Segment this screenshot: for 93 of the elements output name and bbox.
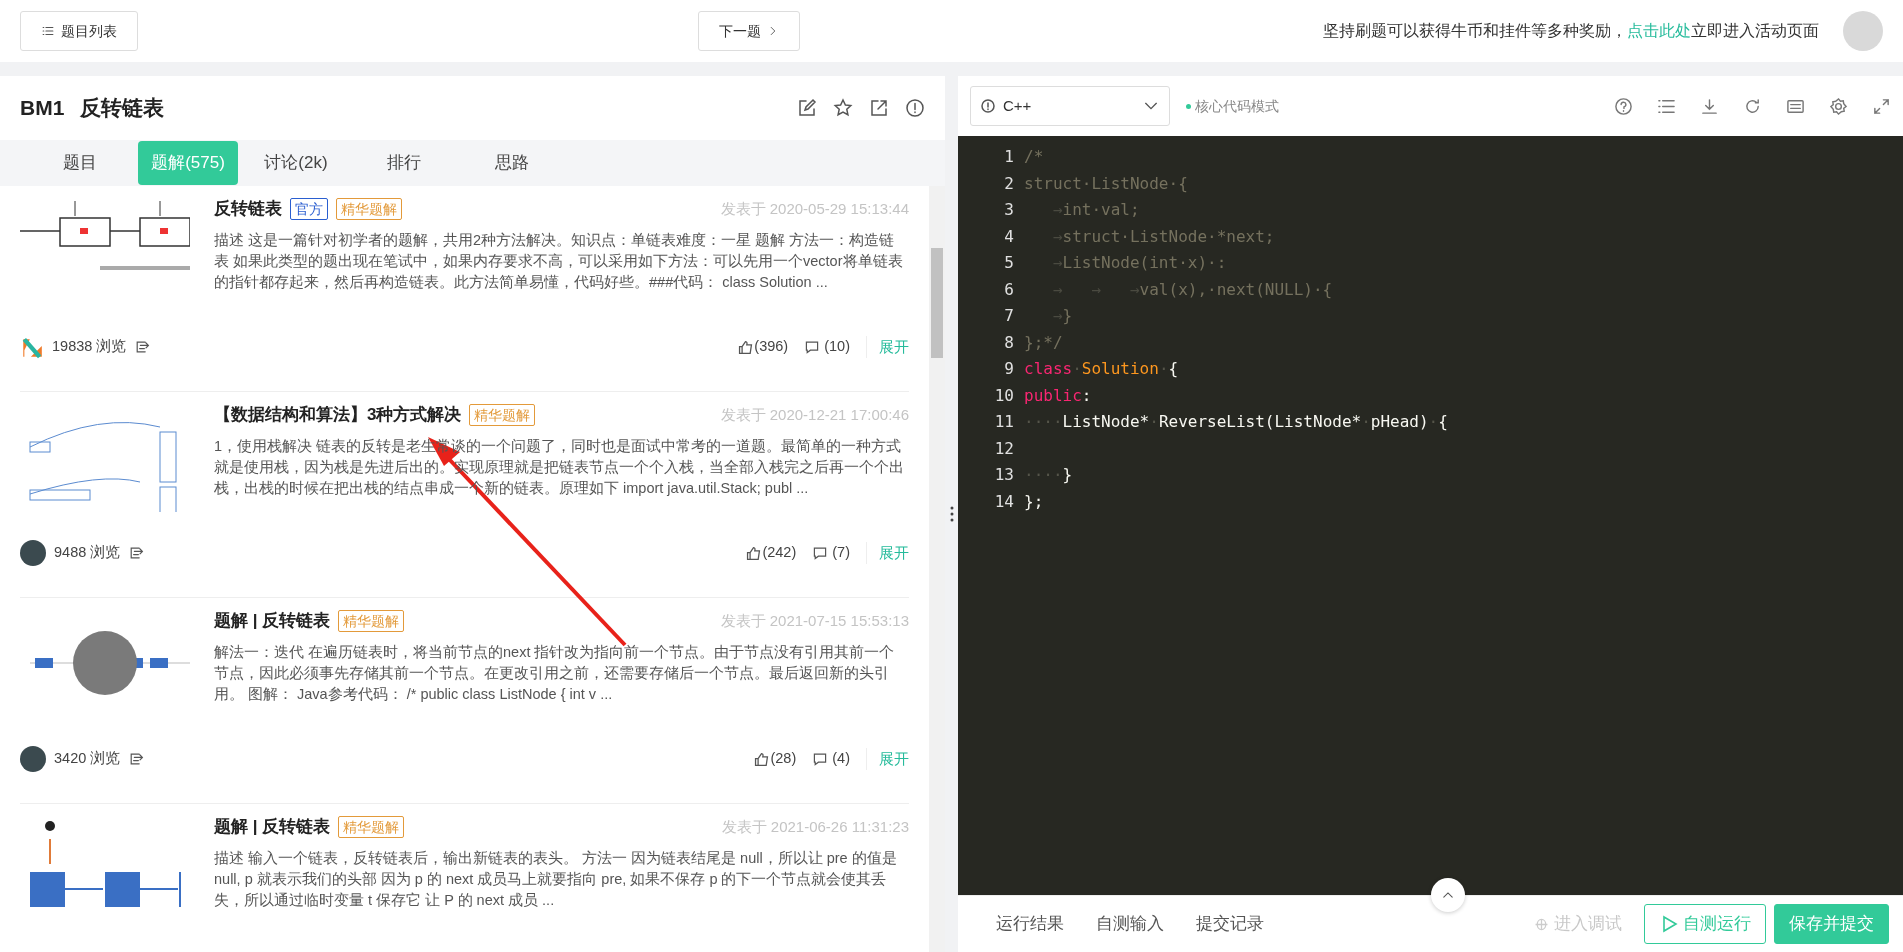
tab[interactable]: 排行: [354, 141, 454, 185]
line-number: 8: [1003, 331, 1015, 354]
share-icon[interactable]: [128, 545, 145, 561]
code-line: → → →val(x),·next(NULL)·{: [1051, 278, 1333, 301]
problem-code: BM1: [20, 95, 65, 122]
tab[interactable]: 题目: [30, 141, 130, 185]
tag: 精华题解: [338, 609, 405, 632]
tag: 精华题解: [338, 815, 405, 838]
line-number: 1: [1003, 146, 1015, 168]
share-icon[interactable]: [128, 751, 145, 767]
solution-title[interactable]: 反转链表: [214, 196, 282, 222]
line-number: 3: [1003, 199, 1015, 221]
like-count[interactable]: (396): [737, 336, 789, 358]
comment-count[interactable]: (7): [812, 542, 850, 564]
like-count[interactable]: (242): [745, 542, 797, 564]
star-icon[interactable]: [833, 98, 853, 118]
author-avatar: [20, 746, 46, 772]
code-line: →struct·ListNode·*next;: [1051, 225, 1275, 248]
comment-icon: [812, 545, 829, 561]
view-count: 9488 浏览: [54, 543, 121, 563]
line-number: 13: [993, 464, 1015, 486]
code-line: →ListNode(int·x)·:: [1051, 252, 1227, 274]
result-tab[interactable]: 运行结果: [980, 911, 1080, 937]
scrollbar[interactable]: [929, 186, 945, 952]
solution-title[interactable]: 题解 | 反转链表: [214, 814, 331, 840]
next-question-button[interactable]: 下一题: [698, 11, 800, 51]
status-dot: [1186, 103, 1191, 109]
code-line: };: [1024, 490, 1044, 513]
post-date: 发表于 2020-12-21 17:00:46: [720, 404, 909, 425]
refresh-icon[interactable]: [1743, 96, 1762, 116]
solution-title[interactable]: 题解 | 反转链表: [214, 608, 331, 634]
post-date: 发表于 2020-05-29 15:13:44: [720, 198, 909, 219]
logo-icon: [20, 335, 44, 359]
code-line: class·Solution·{: [1024, 358, 1179, 380]
solution-summary: 描述 这是一篇针对初学者的题解，共用2种方法解决。知识点：单链表难度：一星 题解 方法一：构造链表 如果此类型的题出现在笔试中，如果内存要求不高，可以采用如下方法：可以先用一个vector将单链表的指针都存起来，然后再构造链表。此方法简单易懂，代码好些。###代码： class Solution ...: [214, 230, 904, 292]
solution-title[interactable]: 【数据结构和算法】3种方式解决: [214, 402, 462, 428]
code-mode-label: 核心代码模式: [1195, 96, 1279, 116]
code-line: /*: [1024, 146, 1044, 168]
line-number: 4: [1003, 225, 1015, 248]
problem-list-button[interactable]: 题目列表: [20, 11, 138, 51]
comment-icon: [804, 339, 821, 355]
comment-count[interactable]: (10): [804, 336, 850, 358]
line-number: 7: [1003, 305, 1015, 327]
tag: 精华题解: [336, 197, 402, 220]
line-number: 11: [993, 411, 1015, 433]
author-avatar: [20, 540, 46, 566]
code-line: ····}: [1024, 464, 1073, 486]
like-count[interactable]: (28): [753, 748, 797, 770]
thumbs-up-icon: [737, 338, 755, 356]
comment-count[interactable]: (4): [812, 748, 850, 770]
help-icon[interactable]: [1614, 96, 1633, 116]
code-line: ····ListNode*·ReverseList(ListNode*·pHead)·{: [1024, 411, 1448, 433]
line-number: 5: [1003, 252, 1015, 274]
code-line: public:: [1024, 384, 1092, 407]
share-icon[interactable]: [134, 339, 151, 355]
download-icon[interactable]: [1700, 96, 1719, 116]
solution-summary: 描述 输入一个链表，反转链表后，输出新链表的表头。 方法一 因为链表结尾是 null，所以让 pre 的值是 null, p 就表示我们的头部 因为 p 的 next 成员马上就要指向 pre, 如果不保存 p 的下一个节点就会使其丢失，所以通过临时变量 t 保存它 让 P 的 next 成员 ...: [214, 848, 898, 910]
post-date: 发表于 2021-07-15 15:53:13: [720, 610, 909, 631]
line-number: 12: [993, 437, 1015, 460]
info-icon: [981, 99, 995, 113]
view-count: 3420 浏览: [54, 749, 121, 769]
comment-icon: [812, 751, 829, 767]
thumbs-up-icon: [753, 750, 771, 768]
tab[interactable]: 讨论(2k): [246, 141, 346, 185]
view-count: 19838 浏览: [52, 337, 127, 357]
problem-title: 反转链表: [80, 95, 165, 122]
line-number: 2: [1003, 172, 1015, 195]
drag-handle-icon[interactable]: [948, 505, 955, 523]
list-icon: [41, 24, 55, 38]
share-icon[interactable]: [869, 98, 889, 118]
info-icon[interactable]: [905, 98, 925, 118]
tab[interactable]: 思路: [462, 141, 562, 185]
code-line: →int·val;: [1051, 199, 1140, 221]
tag: 官方: [290, 197, 328, 220]
code-line: →}: [1051, 305, 1073, 327]
result-tab[interactable]: 自测输入: [1080, 911, 1180, 937]
settings-icon[interactable]: [1829, 96, 1848, 116]
solution-summary: 解法一：迭代 在遍历链表时，将当前节点的next 指针改为指向前一个节点。由于节点没有引用其前一个节点，因此必须事先存储其前一个节点。在更改引用之前，还需要存储后一个节点。最后返回新的头引用。 图解： Java参考代码： /* public class ListNode { int v ...: [214, 642, 896, 704]
thumbs-up-icon: [745, 544, 763, 562]
line-number: 6: [1003, 278, 1015, 301]
tag: 精华题解: [469, 403, 536, 426]
post-date: 发表于 2021-06-26 11:31:23: [721, 816, 909, 837]
code-line: };*/: [1024, 331, 1063, 354]
language-value: C++: [1003, 95, 1032, 116]
line-number: 10: [993, 384, 1015, 407]
language-select[interactable]: C++: [970, 86, 1170, 126]
line-number: 9: [1003, 358, 1015, 380]
edit-icon[interactable]: [797, 98, 817, 118]
result-tab[interactable]: 提交记录: [1180, 911, 1280, 937]
code-line: struct·ListNode·{: [1024, 172, 1188, 195]
line-number: 14: [993, 490, 1015, 513]
fullscreen-icon[interactable]: [1872, 96, 1891, 116]
promo-text: 坚持刷题可以获得牛币和挂件等多种奖励，点击此处立即进入活动页面: [1323, 21, 1819, 41]
